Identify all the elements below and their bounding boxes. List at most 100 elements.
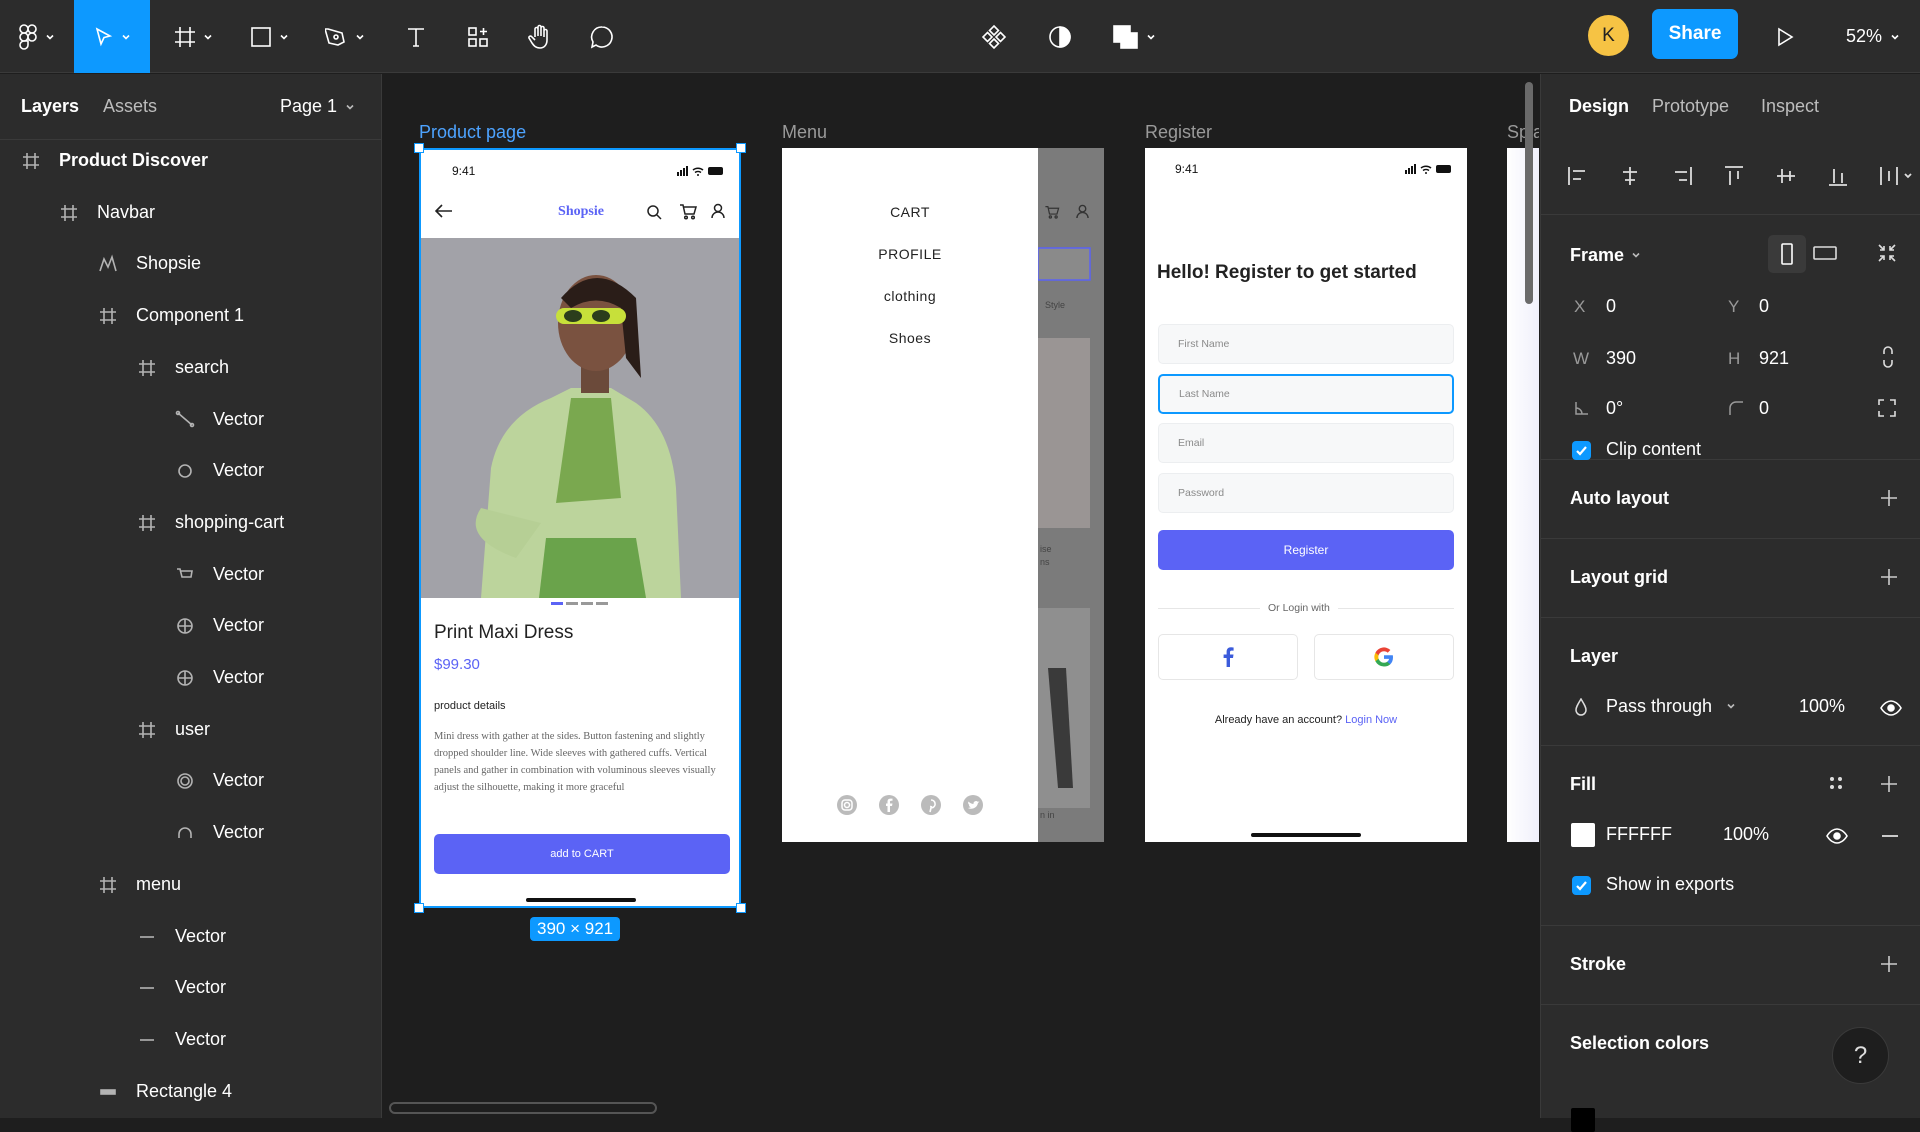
eye-icon[interactable] — [1826, 828, 1848, 844]
page-selector[interactable]: Page 1 — [280, 96, 355, 117]
frame-section-title[interactable]: Frame — [1570, 245, 1624, 266]
add-auto-layout-icon[interactable] — [1879, 488, 1899, 508]
splash-frame[interactable] — [1507, 148, 1539, 842]
radius-input[interactable]: 0 — [1759, 398, 1769, 419]
layer-row[interactable]: Vector — [0, 653, 381, 704]
resize-handle-bl[interactable] — [414, 903, 424, 913]
width-input[interactable]: 390 — [1606, 348, 1636, 369]
align-bottom-icon[interactable] — [1827, 165, 1849, 187]
resize-handle-br[interactable] — [736, 903, 746, 913]
fill-color-swatch[interactable] — [1571, 823, 1595, 847]
independent-corners-icon[interactable] — [1877, 398, 1897, 418]
distribute-icon[interactable] — [1879, 165, 1913, 187]
input-field[interactable]: First Name — [1158, 324, 1454, 364]
register-button[interactable]: Register — [1158, 530, 1454, 570]
align-right-icon[interactable] — [1671, 165, 1693, 187]
hand-tool-button[interactable] — [516, 0, 564, 73]
frame-tool-button[interactable] — [160, 0, 226, 73]
layer-row[interactable]: Vector — [0, 963, 381, 1014]
layer-row[interactable]: Vector — [0, 756, 381, 807]
rotation-input[interactable]: 0° — [1606, 398, 1623, 419]
frame-label-product[interactable]: Product page — [419, 122, 526, 143]
boolean-ops-button[interactable] — [1104, 0, 1164, 73]
align-left-icon[interactable] — [1567, 165, 1589, 187]
layer-row[interactable]: menu — [0, 860, 381, 911]
resize-handle-tr[interactable] — [736, 143, 746, 153]
height-input[interactable]: 921 — [1759, 348, 1789, 369]
fill-opacity-input[interactable]: 100% — [1723, 824, 1769, 845]
pinterest-icon[interactable] — [920, 794, 942, 816]
menu-item[interactable]: CART — [782, 204, 1038, 220]
comment-tool-button[interactable] — [578, 0, 626, 73]
zoom-dropdown[interactable]: 52% — [1846, 0, 1900, 73]
facebook-login-button[interactable] — [1158, 634, 1298, 680]
fill-hex-input[interactable]: FFFFFF — [1606, 824, 1672, 845]
align-horizontal-center-icon[interactable] — [1619, 165, 1641, 187]
chevron-down-icon[interactable] — [1726, 701, 1736, 711]
pen-tool-button[interactable] — [312, 0, 378, 73]
layer-row[interactable]: Vector — [0, 601, 381, 652]
search-icon[interactable] — [646, 204, 662, 220]
components-button[interactable] — [970, 0, 1018, 73]
menu-item[interactable]: Shoes — [782, 330, 1038, 346]
add-fill-icon[interactable] — [1879, 774, 1899, 794]
add-layout-grid-icon[interactable] — [1879, 567, 1899, 587]
resize-handle-tl[interactable] — [414, 143, 424, 153]
resources-tool-button[interactable] — [454, 0, 502, 73]
canvas[interactable]: Product page 9:41 Shopsie Print Maxi Dre… — [383, 74, 1539, 1118]
layer-row[interactable]: Vector — [0, 1015, 381, 1066]
align-top-icon[interactable] — [1723, 165, 1745, 187]
input-field[interactable]: Last Name — [1158, 373, 1454, 414]
x-input[interactable]: 0 — [1606, 296, 1616, 317]
landscape-orientation-button[interactable] — [1813, 245, 1837, 261]
menu-item[interactable]: PROFILE — [782, 246, 1038, 262]
frame-label-register[interactable]: Register — [1145, 122, 1212, 143]
align-vertical-center-icon[interactable] — [1775, 165, 1797, 187]
instagram-icon[interactable] — [836, 794, 858, 816]
tab-layers[interactable]: Layers — [21, 96, 79, 117]
user-icon[interactable] — [711, 203, 725, 219]
facebook-icon[interactable] — [878, 794, 900, 816]
layer-row[interactable]: Vector — [0, 446, 381, 497]
present-button[interactable] — [1760, 0, 1810, 73]
avatar[interactable]: K — [1588, 15, 1629, 56]
menu-frame[interactable]: Style ise ns n in CART PROFILE clothing Sho… — [782, 148, 1104, 842]
layer-row[interactable]: Rectangle 4 — [0, 1067, 381, 1118]
show-in-exports-checkbox[interactable] — [1572, 876, 1591, 895]
input-field[interactable]: Email — [1158, 423, 1454, 463]
vertical-scrollbar[interactable] — [1525, 82, 1533, 304]
layer-row[interactable]: user — [0, 705, 381, 756]
help-button[interactable]: ? — [1832, 1027, 1889, 1084]
twitter-icon[interactable] — [962, 794, 984, 816]
shape-tool-button[interactable] — [236, 0, 302, 73]
login-now-link[interactable]: Login Now — [1345, 714, 1397, 726]
remove-fill-icon[interactable] — [1881, 834, 1899, 838]
layer-row[interactable]: Vector — [0, 808, 381, 859]
layer-row[interactable]: Component 1 — [0, 291, 381, 342]
google-login-button[interactable] — [1314, 634, 1454, 680]
constrain-proportions-icon[interactable] — [1881, 346, 1895, 368]
layer-row[interactable]: Vector — [0, 550, 381, 601]
layer-row[interactable]: Navbar — [0, 188, 381, 239]
eye-icon[interactable] — [1880, 700, 1902, 716]
tab-prototype[interactable]: Prototype — [1652, 96, 1729, 117]
add-stroke-icon[interactable] — [1879, 954, 1899, 974]
tab-inspect[interactable]: Inspect — [1761, 96, 1819, 117]
menu-item[interactable]: clothing — [782, 288, 1038, 304]
collapse-icon[interactable] — [1877, 243, 1897, 263]
portrait-orientation-button[interactable] — [1768, 235, 1806, 273]
chevron-down-icon[interactable] — [1631, 250, 1641, 260]
layer-row[interactable]: search — [0, 343, 381, 394]
selection-color-swatch[interactable] — [1571, 1108, 1595, 1132]
text-tool-button[interactable] — [392, 0, 440, 73]
styles-icon[interactable] — [1827, 774, 1845, 792]
frame-label-menu[interactable]: Menu — [782, 122, 827, 143]
tab-assets[interactable]: Assets — [103, 96, 157, 117]
contrast-button[interactable] — [1036, 0, 1084, 73]
layer-row[interactable]: Product Discover — [0, 136, 381, 187]
product-page-frame[interactable]: 9:41 Shopsie Print Maxi Dress $99.30 pro… — [419, 148, 741, 908]
input-field[interactable]: Password — [1158, 472, 1454, 513]
layer-row[interactable]: Vector — [0, 912, 381, 963]
main-menu-button[interactable] — [6, 0, 66, 73]
layer-opacity-input[interactable]: 100% — [1799, 696, 1845, 717]
